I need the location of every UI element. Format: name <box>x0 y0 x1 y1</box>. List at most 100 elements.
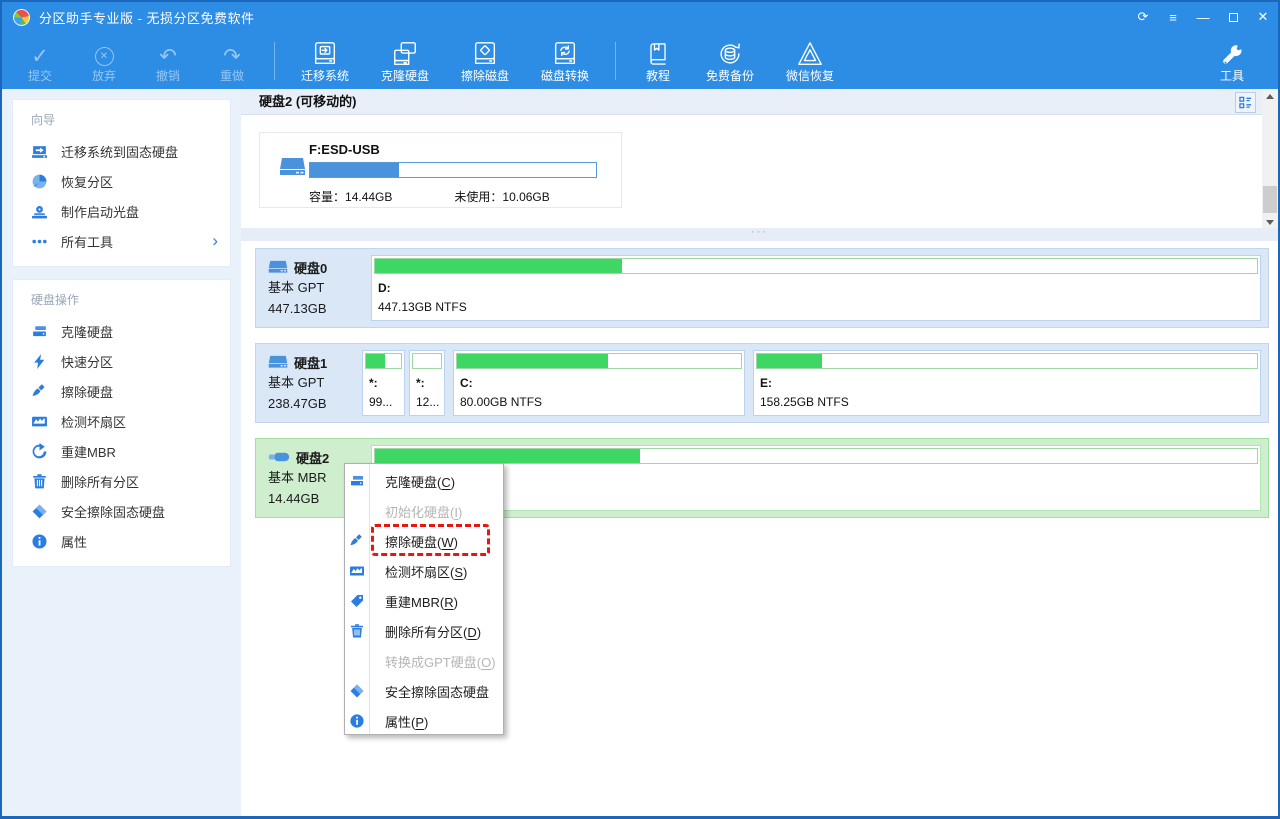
usage-bar <box>374 448 1258 464</box>
info-icon <box>31 533 48 550</box>
backup-database-icon <box>715 39 745 68</box>
disk-label: 硬盘1 基本 GPT 238.47GB <box>256 344 370 422</box>
clone-disk-icon <box>349 473 365 489</box>
drive-icon <box>268 355 288 370</box>
sidebar-item-rebuild-mbr[interactable]: 重建MBR <box>13 436 230 466</box>
partition-block[interactable]: *: 99... <box>362 350 405 416</box>
disk-panel-title: 硬盘2 (可移动的) <box>259 94 357 109</box>
menu-item-delete-all-partitions[interactable]: 删除所有分区(D) <box>345 616 503 646</box>
free-backup-button[interactable]: 免费备份 <box>690 36 770 84</box>
sidebar-item-wipe-disk[interactable]: 擦除硬盘 <box>13 376 230 406</box>
menu-item-secure-erase-ssd[interactable]: 安全擦除固态硬盘 <box>345 676 503 706</box>
sidebar-item-delete-all-partitions[interactable]: 删除所有分区 <box>13 466 230 496</box>
book-icon <box>644 39 672 68</box>
sidebar-item-label: 安全擦除固态硬盘 <box>61 502 165 521</box>
unused-value: 10.06GB <box>502 190 549 204</box>
sidebar-item-quick-partition[interactable]: 快速分区 <box>13 346 230 376</box>
broom-icon <box>31 383 48 400</box>
wechat-recover-button[interactable]: 微信恢复 <box>770 36 850 84</box>
tools-button[interactable]: 工具 <box>1200 36 1264 84</box>
maximize-button[interactable] <box>1218 2 1248 32</box>
sidebar-item-label: 重建MBR <box>61 442 116 461</box>
partition-block[interactable]: *: 12... <box>409 350 445 416</box>
usage-bar <box>365 353 402 369</box>
scrollbar-thumb[interactable] <box>1263 186 1277 213</box>
removable-disk-card[interactable]: F:ESD-USB 容量：14.44GB 未使用：10.06GB <box>259 132 622 208</box>
title-bar: 分区助手专业版 - 无损分区免费软件 ⟳ ≡ — ✕ <box>2 0 1278 32</box>
ellipsis-icon <box>31 233 48 250</box>
sidebar-item-label: 擦除硬盘 <box>61 382 113 401</box>
partition-block[interactable]: E: 158.25GB NTFS <box>753 350 1261 416</box>
eraser-diamond-icon <box>349 683 365 699</box>
partition-letter: *: <box>416 376 444 390</box>
tutorial-button[interactable]: 教程 <box>626 36 690 84</box>
sidebar-item-recover-partition[interactable]: 恢复分区 <box>13 166 230 196</box>
partition-block[interactable] <box>371 445 1261 511</box>
capacity-value: 14.44GB <box>345 190 392 204</box>
trash-icon <box>31 473 48 490</box>
sidebar-item-make-boot-disc[interactable]: 制作启动光盘 <box>13 196 230 226</box>
scroll-up-arrow[interactable] <box>1262 89 1278 104</box>
clone-disk-icon <box>390 39 420 68</box>
clone-disk-button[interactable]: 克隆硬盘 <box>365 36 445 84</box>
discard-button: ✕ 放弃 <box>72 36 136 84</box>
redo-icon: ↷ <box>223 44 241 68</box>
disk-size: 447.13GB <box>268 298 370 319</box>
sidebar-item-properties[interactable]: 属性 <box>13 526 230 556</box>
sidebar-section-wizards: 向导 迁移系统到固态硬盘 恢复分区 制作 <box>12 99 231 267</box>
minimize-button[interactable]: — <box>1188 2 1218 32</box>
disk-size: 238.47GB <box>268 393 370 414</box>
sidebar-item-all-tools[interactable]: 所有工具 › <box>13 226 230 256</box>
wipe-disk-button[interactable]: 擦除磁盘 <box>445 36 525 84</box>
menu-item-check-bad-sectors[interactable]: 检测坏扇区(S) <box>345 556 503 586</box>
main-panel: 硬盘2 (可移动的) F:ESD-USB 容量：14.44GB 未使用：10.0… <box>241 89 1278 816</box>
menu-item-initialize-disk: 初始化硬盘(I) <box>345 496 503 526</box>
sidebar-item-secure-erase-ssd[interactable]: 安全擦除固态硬盘 <box>13 496 230 526</box>
hamburger-menu-icon[interactable]: ≡ <box>1158 2 1188 32</box>
sync-icon[interactable]: ⟳ <box>1128 2 1158 32</box>
partition-block[interactable]: C: 80.00GB NTFS <box>453 350 745 416</box>
undo-icon: ↶ <box>159 44 177 68</box>
toolbar-separator <box>615 42 616 80</box>
toolbar-separator <box>274 42 275 80</box>
view-toggle-button[interactable] <box>1235 92 1256 113</box>
pie-recover-icon <box>31 173 48 190</box>
menu-item-wipe-disk[interactable]: 擦除硬盘(W) <box>345 526 503 556</box>
rebuild-mbr-icon <box>349 593 365 609</box>
migrate-system-button[interactable]: 迁移系统 <box>285 36 365 84</box>
close-button[interactable]: ✕ <box>1248 2 1278 32</box>
sidebar-item-label: 克隆硬盘 <box>61 322 113 341</box>
disk-row-1[interactable]: 硬盘1 基本 GPT 238.47GB *: 99... *: 12... C: <box>255 343 1269 423</box>
sidebar-item-check-bad-sectors[interactable]: 检测坏扇区 <box>13 406 230 436</box>
section-title: 向导 <box>13 109 230 136</box>
vertical-scrollbar[interactable] <box>1262 89 1278 230</box>
wipe-disk-icon <box>470 39 500 68</box>
trash-icon <box>349 623 365 639</box>
disk-name: 硬盘0 <box>294 258 327 277</box>
disk-row-0[interactable]: 硬盘0 基本 GPT 447.13GB D: 447.13GB NTFS <box>255 248 1269 328</box>
convert-disk-icon <box>550 39 580 68</box>
partition-block[interactable]: D: 447.13GB NTFS <box>371 255 1261 321</box>
usage-bar <box>456 353 742 369</box>
disk-type: 基本 GPT <box>268 277 370 298</box>
convert-disk-button[interactable]: 磁盘转换 <box>525 36 605 84</box>
partition-letter: C: <box>460 376 744 390</box>
partition-size: 12... <box>416 395 444 409</box>
sidebar-item-clone-disk[interactable]: 克隆硬盘 <box>13 316 230 346</box>
circle-x-icon: ✕ <box>95 47 114 66</box>
menu-item-properties[interactable]: 属性(P) <box>345 706 503 736</box>
clone-disk-icon <box>31 323 48 340</box>
boot-disc-icon <box>31 203 48 220</box>
sidebar-section-disk-operations: 硬盘操作 克隆硬盘 快速分区 擦除硬盘 <box>12 279 231 567</box>
drive-icon <box>279 156 306 183</box>
sidebar-item-label: 所有工具 <box>61 232 113 251</box>
usage-bar <box>756 353 1258 369</box>
pane-splitter[interactable]: ··· <box>241 228 1278 241</box>
app-window: 分区助手专业版 - 无损分区免费软件 ⟳ ≡ — ✕ ✓ 提交 ✕ 放弃 ↶ 撤… <box>0 0 1280 819</box>
usage-bar <box>374 258 1258 274</box>
menu-item-rebuild-mbr[interactable]: 重建MBR(R) <box>345 586 503 616</box>
sidebar-item-migrate-to-ssd[interactable]: 迁移系统到固态硬盘 <box>13 136 230 166</box>
menu-item-clone-disk[interactable]: 克隆硬盘(C) <box>345 466 503 496</box>
commit-button: ✓ 提交 <box>8 36 72 84</box>
app-logo-icon <box>13 9 30 26</box>
